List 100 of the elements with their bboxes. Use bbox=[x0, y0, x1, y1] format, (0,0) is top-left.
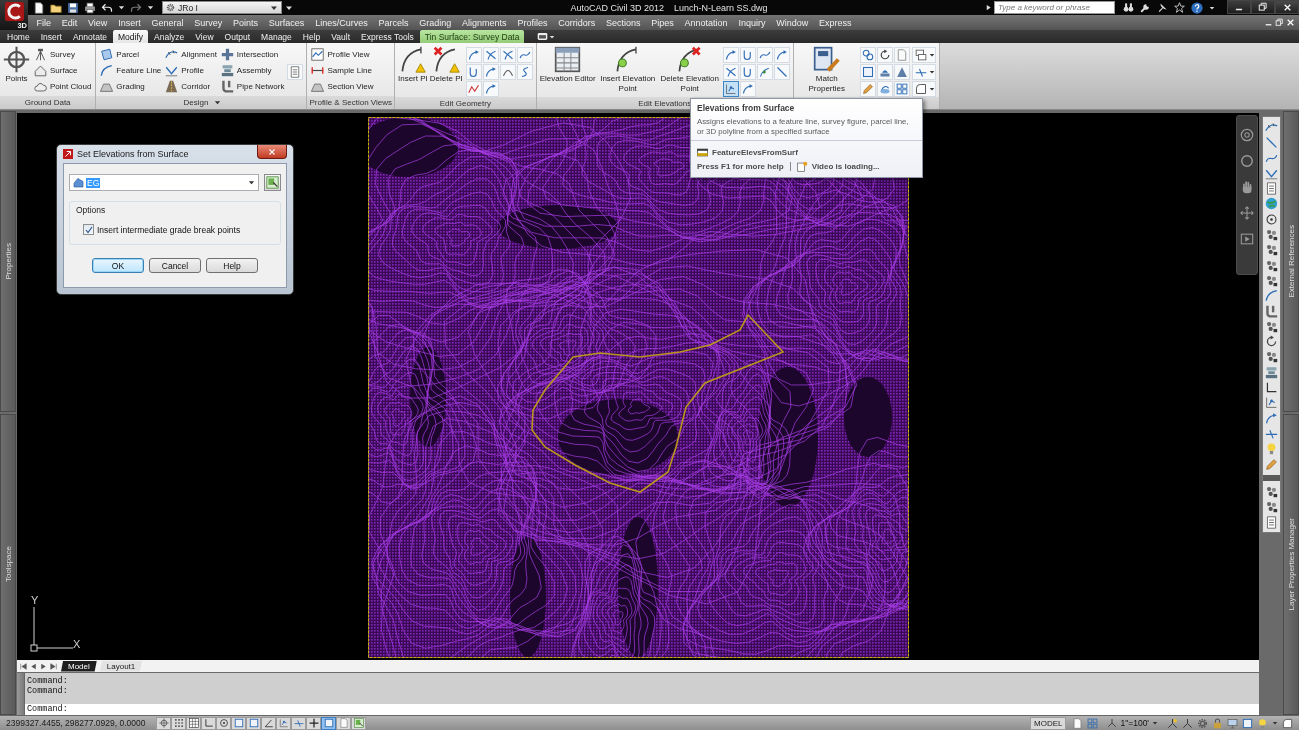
first-icon[interactable] bbox=[19, 661, 28, 671]
square-icon[interactable] bbox=[1242, 717, 1253, 729]
rotate-icon[interactable] bbox=[1265, 335, 1278, 349]
rounded-corner-icon[interactable] bbox=[1282, 717, 1293, 729]
ribbon-button[interactable]: Section View bbox=[310, 78, 375, 94]
split-tool-button[interactable] bbox=[911, 47, 936, 63]
printer-icon[interactable] bbox=[84, 1, 96, 14]
monitor-icon[interactable] bbox=[1227, 717, 1238, 729]
search-field[interactable]: Type a keyword or phrase bbox=[994, 1, 1115, 14]
ribbon-tab[interactable]: Express Tools bbox=[356, 30, 419, 43]
folder-icon[interactable] bbox=[50, 1, 62, 14]
ribbon-tab[interactable]: Modify bbox=[113, 30, 149, 43]
node-cluster-icon[interactable] bbox=[1265, 500, 1278, 514]
close-icon[interactable] bbox=[1286, 18, 1295, 27]
menu-item[interactable]: Surfaces bbox=[263, 15, 310, 30]
node-cluster-icon[interactable] bbox=[1265, 258, 1278, 272]
window-icon[interactable] bbox=[537, 31, 549, 42]
menu-item[interactable]: Express bbox=[813, 15, 857, 30]
ribbon-button[interactable]: Elevation Editor bbox=[539, 46, 596, 84]
ribbon-tab[interactable]: Manage bbox=[256, 30, 297, 43]
menu-item[interactable]: Corridors bbox=[552, 15, 601, 30]
pencil-icon[interactable] bbox=[1265, 457, 1278, 471]
ribbon-tab[interactable]: Output bbox=[219, 30, 256, 43]
status-toggle[interactable] bbox=[216, 716, 231, 730]
ribbon-tab[interactable]: Home bbox=[2, 30, 35, 43]
axes-icon[interactable] bbox=[1182, 717, 1193, 729]
menu-item[interactable]: Sections bbox=[600, 15, 646, 30]
workspace-dropdown[interactable]: JRo I bbox=[162, 1, 282, 14]
circle-icon[interactable] bbox=[1240, 154, 1254, 168]
four-squares-icon[interactable] bbox=[1087, 717, 1099, 729]
status-toggle[interactable] bbox=[336, 716, 351, 730]
triangle-right-icon[interactable] bbox=[985, 4, 992, 11]
ribbon-button[interactable]: Feature Line bbox=[99, 62, 163, 78]
undo-icon[interactable] bbox=[101, 1, 113, 14]
menu-item[interactable]: Grading bbox=[413, 15, 457, 30]
diagonal-line-icon[interactable] bbox=[1265, 136, 1278, 150]
ribbon-tab[interactable]: Tin Surface: Survey Data bbox=[419, 30, 525, 43]
close-button[interactable] bbox=[1275, 0, 1299, 14]
play-icon[interactable] bbox=[1240, 232, 1254, 246]
ribbon-button[interactable]: Alignment bbox=[164, 46, 218, 62]
node-cluster-icon[interactable] bbox=[1265, 243, 1278, 257]
node-cluster-icon[interactable] bbox=[1265, 350, 1278, 364]
ribbon-button[interactable]: Intersection bbox=[219, 46, 286, 62]
split-tool-button[interactable] bbox=[911, 64, 936, 80]
grip-bar[interactable] bbox=[1263, 474, 1280, 481]
right-angle-icon[interactable] bbox=[1265, 381, 1278, 395]
grip-handle[interactable] bbox=[17, 673, 25, 715]
model-space-button[interactable]: MODEL bbox=[1030, 716, 1067, 730]
ribbon-tab[interactable]: Vault bbox=[326, 30, 356, 43]
node-cluster-icon[interactable] bbox=[1265, 273, 1278, 287]
target-icon[interactable] bbox=[1265, 212, 1278, 226]
command-line-field[interactable]: Command: bbox=[25, 704, 1259, 715]
pick-surface-button[interactable] bbox=[264, 174, 281, 191]
redo-icon[interactable] bbox=[130, 1, 142, 14]
caret-icon[interactable] bbox=[147, 4, 154, 11]
close-button[interactable] bbox=[257, 145, 287, 159]
save-icon[interactable] bbox=[67, 1, 79, 14]
caret-icon[interactable] bbox=[118, 4, 125, 11]
wrench-icon[interactable] bbox=[1140, 2, 1151, 13]
menu-item[interactable]: File bbox=[31, 15, 57, 30]
ribbon-tab[interactable]: View bbox=[190, 30, 219, 43]
layout-tab[interactable]: Layout1 bbox=[99, 660, 143, 672]
menu-item[interactable]: Parcels bbox=[373, 15, 414, 30]
next-icon[interactable] bbox=[39, 661, 48, 671]
curve-arrow-icon[interactable] bbox=[1265, 411, 1278, 425]
caret-icon[interactable] bbox=[549, 33, 556, 40]
graph-icon[interactable] bbox=[1265, 396, 1278, 410]
menu-item[interactable]: Window bbox=[770, 15, 814, 30]
ribbon-button[interactable]: Survey bbox=[33, 46, 93, 62]
ribbon-button[interactable]: Parcel bbox=[99, 46, 163, 62]
pipe-icon[interactable] bbox=[1265, 304, 1278, 318]
satellite-dish-icon[interactable] bbox=[1157, 2, 1168, 13]
restore-icon[interactable] bbox=[1275, 18, 1284, 27]
ribbon-button[interactable]: Match Properties bbox=[796, 46, 857, 93]
binoculars-icon[interactable] bbox=[1123, 2, 1134, 13]
lightbulb-icon[interactable] bbox=[1265, 442, 1278, 456]
checkbox[interactable] bbox=[83, 224, 94, 235]
node-cluster-icon[interactable] bbox=[1265, 319, 1278, 333]
lightbulb-icon[interactable] bbox=[1257, 717, 1268, 729]
gear-icon[interactable] bbox=[1197, 717, 1208, 729]
dialog-button[interactable]: Help bbox=[206, 258, 258, 273]
ribbon-tab[interactable]: Annotate bbox=[67, 30, 112, 43]
ribbon-button[interactable]: Profile bbox=[164, 62, 218, 78]
help-icon[interactable] bbox=[1191, 1, 1203, 14]
ribbon-button[interactable]: Surface bbox=[33, 62, 93, 78]
status-toggle[interactable] bbox=[171, 716, 186, 730]
menu-item[interactable]: Lines/Curves bbox=[309, 15, 374, 30]
dialog-button[interactable]: Cancel bbox=[149, 258, 201, 273]
ribbon-button[interactable]: Insert Elevation Point bbox=[597, 46, 658, 93]
restore-button[interactable] bbox=[1251, 0, 1275, 14]
menu-item[interactable]: Insert bbox=[112, 15, 147, 30]
palette-title[interactable]: Properties bbox=[3, 243, 13, 280]
ribbon-button[interactable]: Insert PI bbox=[398, 46, 428, 84]
ribbon-tab[interactable]: Help bbox=[297, 30, 326, 43]
ribbon-button[interactable]: Points bbox=[3, 46, 30, 84]
menu-item[interactable]: Edit bbox=[56, 15, 83, 30]
menu-item[interactable]: Pipes bbox=[645, 15, 680, 30]
menu-item[interactable]: Points bbox=[227, 15, 264, 30]
status-toggle[interactable] bbox=[156, 716, 171, 730]
status-toggle[interactable] bbox=[231, 716, 246, 730]
